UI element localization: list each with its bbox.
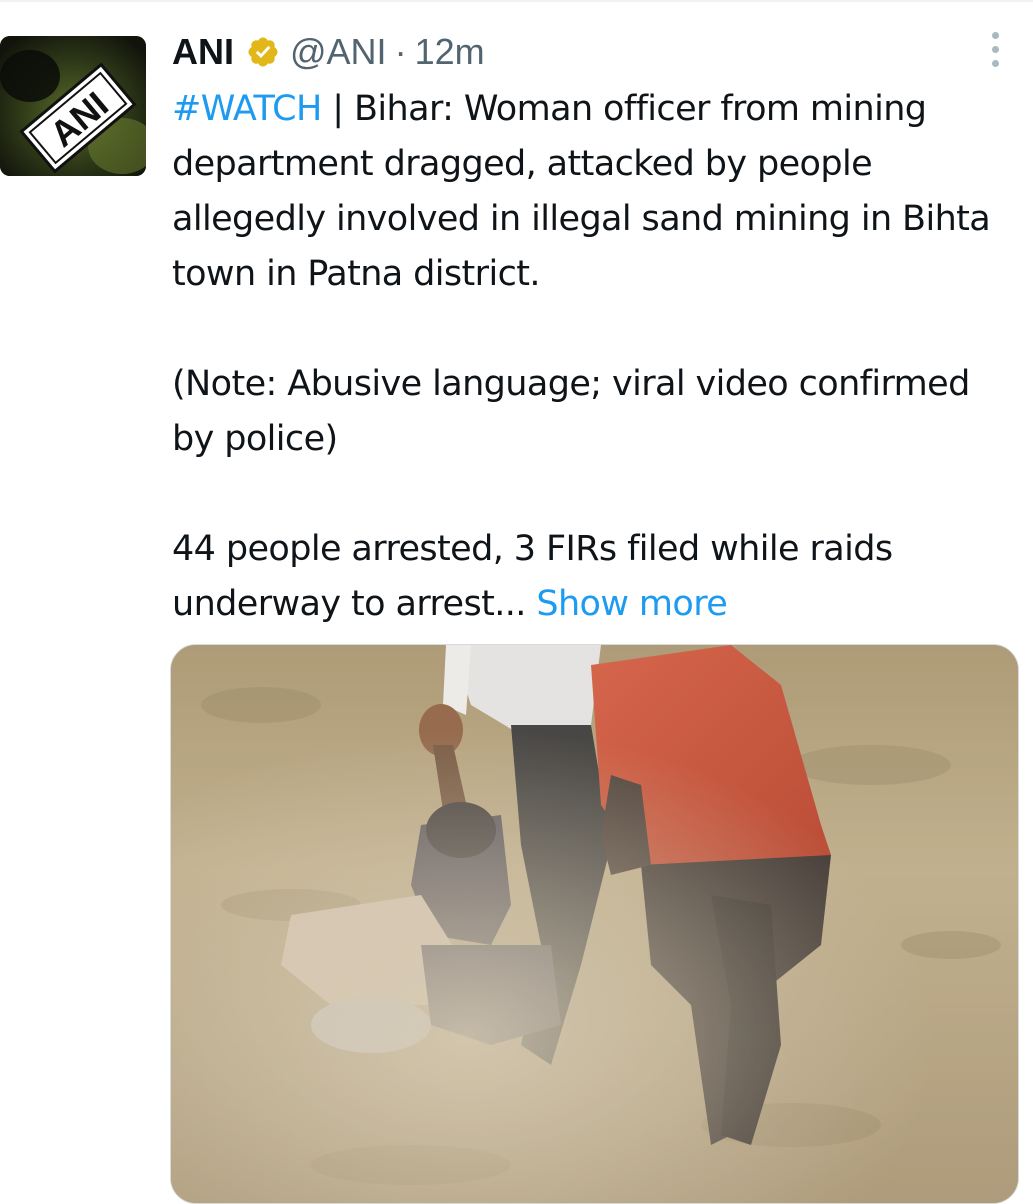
tweet-paragraph-2: (Note: Abusive language; viral video con… [172, 364, 970, 459]
timestamp[interactable]: 12m [415, 31, 485, 73]
more-vertical-icon[interactable] [985, 32, 1005, 70]
tweet-media-video[interactable] [170, 644, 1019, 1204]
show-more-link[interactable]: Show more [536, 584, 727, 624]
tweet-paragraph-3-text: 44 people arrested, 3 FIRs filed while r… [172, 529, 893, 624]
tweet-paragraph-1: #WATCH | Bihar: Woman officer from minin… [172, 82, 1002, 302]
verified-badge-icon[interactable] [246, 35, 280, 69]
dot-separator: · [394, 31, 407, 72]
tweet-header: ANI @ANI · 12m [172, 26, 485, 78]
top-divider [0, 0, 1033, 2]
avatar[interactable]: ANI [0, 36, 146, 176]
tweet-text: #WATCH | Bihar: Woman officer from minin… [172, 82, 1002, 632]
hashtag-link[interactable]: #WATCH [172, 89, 322, 129]
ani-logo-image: ANI [0, 36, 146, 176]
display-name[interactable]: ANI [172, 31, 234, 73]
video-thumbnail-image [171, 645, 1018, 1203]
handle[interactable]: @ANI [290, 31, 387, 73]
tweet-paragraph-3: 44 people arrested, 3 FIRs filed while r… [172, 522, 1002, 632]
